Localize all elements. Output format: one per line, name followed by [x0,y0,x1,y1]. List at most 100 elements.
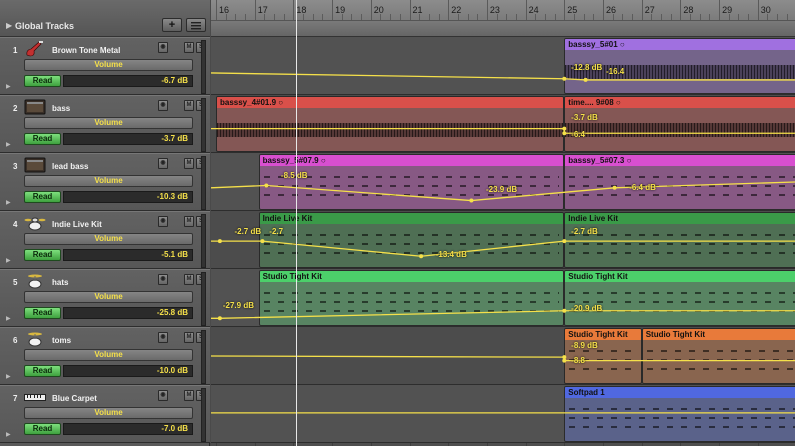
automation-node[interactable] [612,185,617,190]
automation-node[interactable] [264,183,269,188]
record-enable-button[interactable]: ◉ [158,274,168,285]
track-name[interactable]: toms [52,336,71,345]
disclosure-triangle-icon[interactable]: ▶ [6,21,12,30]
playhead[interactable] [296,0,297,446]
automation-value-field[interactable]: -5.1 dB [63,249,193,261]
ruler-bar-number: 26 [606,5,617,15]
ruler-bar-number: 30 [760,5,771,15]
automation-mode-button[interactable]: Read [24,307,61,319]
mute-button[interactable]: M [184,274,194,285]
keyboard-icon[interactable] [24,388,46,406]
ruler-bar-number: 21 [412,5,423,15]
lane-disclosure-icon[interactable]: ▶ [6,315,11,322]
track-header[interactable]: 4Indie Live Kit◉MSVolumeRead-5.1 dB▶ [0,211,210,269]
track-header[interactable]: 1Brown Tone Metal◉MSVolumeRead-6.7 dB▶ [0,37,210,95]
automation-value-field[interactable]: -10.3 dB [63,191,193,203]
automation-line[interactable] [211,72,795,81]
automation-node[interactable] [469,198,474,203]
amp-icon[interactable] [24,98,46,116]
amp-icon[interactable] [24,156,46,174]
automation-value-field[interactable]: -10.0 dB [63,365,193,377]
track-options-button[interactable] [186,18,206,32]
track-name[interactable]: hats [52,278,68,287]
automation-parameter-menu[interactable]: Volume [24,291,193,303]
mute-button[interactable]: M [184,390,194,401]
automation-node[interactable] [562,126,567,131]
automation-value-field[interactable]: -6.7 dB [63,75,193,87]
automation-mode-button[interactable]: Read [24,133,61,145]
automation-value-field[interactable]: -3.7 dB [63,133,193,145]
record-enable-button[interactable]: ◉ [158,158,168,169]
track-header[interactable]: 5hats◉MSVolumeRead-25.8 dB▶ [0,269,210,327]
automation-node[interactable] [562,239,567,244]
automation-node[interactable] [217,316,222,321]
automation-value-field[interactable]: -25.8 dB [63,307,193,319]
automation-node[interactable] [217,239,222,244]
track-name[interactable]: bass [52,104,70,113]
record-enable-button[interactable]: ◉ [158,332,168,343]
global-tracks-bar[interactable]: ▶ Global Tracks + [0,0,210,37]
lane-disclosure-icon[interactable]: ▶ [6,83,11,90]
bar-ruler[interactable]: 1617181920212223242526272829303132 [211,0,795,37]
automation-node[interactable] [562,131,567,136]
guitar-icon[interactable] [24,40,46,58]
lane-disclosure-icon[interactable]: ▶ [6,257,11,264]
cycle-strip[interactable] [211,20,795,36]
record-enable-button[interactable]: ◉ [158,216,168,227]
drum-icon[interactable] [24,330,46,348]
lane-disclosure-icon[interactable]: ▶ [6,431,11,438]
mute-button[interactable]: M [184,158,194,169]
ruler-bar-number: 24 [528,5,539,15]
track-name[interactable]: Indie Live Kit [52,220,102,229]
level-meter [201,40,206,94]
automation-curves[interactable] [211,37,795,446]
track-name[interactable]: Brown Tone Metal [52,46,120,55]
ruler-bar-number: 19 [335,5,346,15]
automation-parameter-menu[interactable]: Volume [24,175,193,187]
automation-parameter-menu[interactable]: Volume [24,349,193,361]
record-enable-button[interactable]: ◉ [158,390,168,401]
add-track-button[interactable]: + [162,18,182,32]
track-header[interactable]: 2bass◉MSVolumeRead-3.7 dB▶ [0,95,210,153]
record-enable-button[interactable]: ◉ [158,42,168,53]
automation-line[interactable] [211,310,795,319]
mute-button[interactable]: M [184,332,194,343]
automation-mode-button[interactable]: Read [24,365,61,377]
automation-mode-button[interactable]: Read [24,423,61,435]
automation-line[interactable] [211,355,795,362]
automation-line[interactable] [211,127,795,134]
automation-node[interactable] [562,76,567,81]
automation-line[interactable] [211,240,795,257]
automation-node[interactable] [562,308,567,313]
track-name[interactable]: lead bass [52,162,88,171]
arrange-area[interactable]: basssy_5#01 ○ basssy_4#01.9 ○ time.... 9#0… [211,37,795,446]
drum-icon[interactable] [24,272,46,290]
track-name[interactable]: Blue Carpet [52,394,97,403]
automation-node[interactable] [562,355,567,360]
automation-parameter-menu[interactable]: Volume [24,59,193,71]
automation-node[interactable] [419,254,424,259]
lane-disclosure-icon[interactable]: ▶ [6,373,11,380]
automation-parameter-menu[interactable]: Volume [24,407,193,419]
track-header[interactable]: 3lead bass◉MSVolumeRead-10.3 dB▶ [0,153,210,211]
lane-disclosure-icon[interactable]: ▶ [6,141,11,148]
automation-value-label: -3.7 dB [571,113,598,123]
track-header[interactable]: 6toms◉MSVolumeRead-10.0 dB▶ [0,327,210,385]
automation-mode-button[interactable]: Read [24,249,61,261]
record-enable-button[interactable]: ◉ [158,100,168,111]
automation-parameter-menu[interactable]: Volume [24,233,193,245]
automation-mode-button[interactable]: Read [24,75,61,87]
automation-value-field[interactable]: -7.0 dB [63,423,193,435]
automation-node[interactable] [583,77,588,82]
mute-button[interactable]: M [184,100,194,111]
lane-disclosure-icon[interactable]: ▶ [6,199,11,206]
automation-node[interactable] [260,239,265,244]
drum-kit-icon[interactable] [24,214,46,232]
automation-parameter-menu[interactable]: Volume [24,117,193,129]
mute-button[interactable]: M [184,42,194,53]
automation-node[interactable] [562,358,567,363]
track-header[interactable]: 7Blue Carpet◉MSVolumeRead-7.0 dB▶ [0,385,210,443]
automation-value-label: -6.4 [571,129,585,139]
mute-button[interactable]: M [184,216,194,227]
automation-mode-button[interactable]: Read [24,191,61,203]
